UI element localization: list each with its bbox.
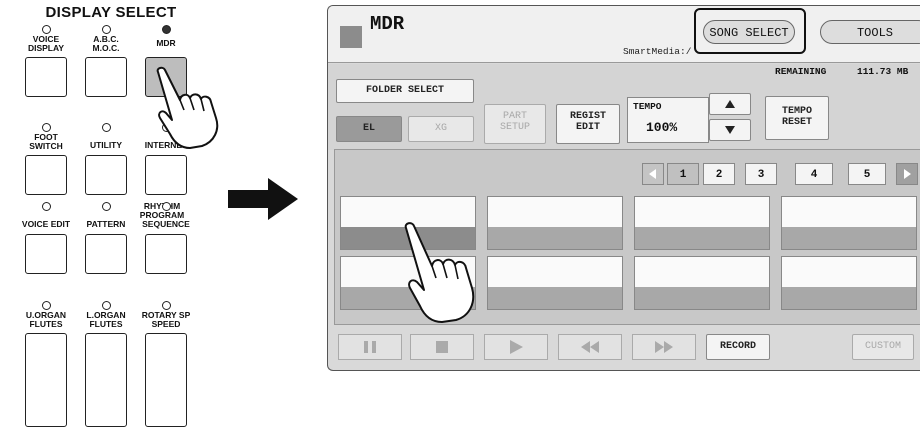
play-button[interactable] (484, 334, 548, 360)
sequence-led (161, 202, 171, 211)
tab-tools[interactable]: TOOLS (820, 20, 920, 44)
utility-button-group: UTILITY (76, 123, 136, 195)
mdr-label: MDR (156, 38, 176, 48)
custom-button[interactable]: CUSTOM (852, 334, 914, 360)
page-prev-button[interactable] (642, 163, 664, 185)
foot-switch-button[interactable] (25, 155, 67, 195)
remaining-value: 111.73 MB (857, 66, 909, 77)
screen-title: MDR (370, 13, 405, 35)
rotary-sp-speed-button[interactable] (145, 333, 187, 427)
pattern-label: PATTERN (86, 219, 126, 229)
foot-switch-button-group: FOOT SWITCH (16, 123, 76, 195)
rewind-button[interactable] (558, 334, 622, 360)
rotary-sp-speed-label: ROTARY SP SPEED (141, 310, 191, 329)
pattern-button-group: PATTERN (76, 202, 136, 274)
sequence-button-group: SEQUENCE (136, 202, 196, 274)
upper-organ-flutes-button-group: U.ORGAN FLUTES (16, 301, 76, 427)
utility-label: UTILITY (89, 140, 123, 150)
page-3-button[interactable]: 3 (745, 163, 777, 185)
tempo-value: 100% (646, 120, 678, 135)
utility-led (101, 123, 111, 132)
tempo-up-button[interactable] (709, 93, 751, 115)
song-slot-3[interactable] (634, 196, 770, 250)
voice-edit-label: VOICE EDIT (21, 219, 71, 229)
page-5-button[interactable]: 5 (848, 163, 886, 185)
abc-moc-button[interactable] (85, 57, 127, 97)
foot-switch-led (41, 123, 51, 132)
internet-button[interactable] (145, 155, 187, 195)
tempo-box: TEMPO 100% (627, 97, 709, 143)
foot-switch-label: FOOT SWITCH (29, 132, 63, 151)
upper-organ-flutes-label: U.ORGAN FLUTES (25, 310, 67, 329)
abc-moc-label: A.B.C. M.O.C. (92, 34, 120, 53)
voice-display-button-group: VOICE DISPLAY (16, 25, 76, 97)
display-select-title: DISPLAY SELECT (45, 4, 177, 21)
play-icon (510, 340, 523, 354)
rotary-sp-speed-led (161, 301, 171, 310)
mdr-square-icon (340, 26, 362, 48)
sequence-button[interactable] (145, 234, 187, 274)
tab-song-select[interactable]: SONG SELECT (703, 20, 795, 44)
triangle-left-icon (649, 169, 656, 179)
pointing-hand-icon (404, 222, 475, 323)
song-slot-6[interactable] (487, 256, 623, 310)
triangle-down-icon (725, 126, 735, 134)
mdr-led (161, 25, 171, 34)
remaining-label: REMAINING (775, 66, 827, 77)
folder-select-button[interactable]: FOLDER SELECT (336, 79, 474, 103)
pointing-hand-icon (156, 66, 219, 149)
upper-organ-flutes-led (41, 301, 51, 310)
pattern-led (101, 202, 111, 211)
triangle-right-icon (904, 169, 911, 179)
fast-forward-button[interactable] (632, 334, 696, 360)
page-1-button[interactable]: 1 (667, 163, 699, 185)
voice-display-label: VOICE DISPLAY (27, 34, 65, 53)
rewind-icon (581, 341, 599, 353)
song-slot-4[interactable] (781, 196, 917, 250)
song-slot-7[interactable] (634, 256, 770, 310)
stop-icon (436, 341, 448, 353)
tempo-reset-button[interactable]: TEMPO RESET (765, 96, 829, 140)
lower-organ-flutes-button[interactable] (85, 333, 127, 427)
utility-button[interactable] (85, 155, 127, 195)
upper-organ-flutes-button[interactable] (25, 333, 67, 427)
page-4-button[interactable]: 4 (795, 163, 833, 185)
voice-display-led (41, 25, 51, 34)
arrow-right-icon (228, 178, 298, 220)
tempo-down-button[interactable] (709, 119, 751, 141)
voice-edit-button[interactable] (25, 234, 67, 274)
lower-organ-flutes-label: L.ORGAN FLUTES (86, 310, 126, 329)
xg-button[interactable]: XG (408, 116, 474, 142)
media-path: SmartMedia:/ (623, 46, 692, 57)
fast-forward-icon (655, 341, 673, 353)
page-next-button[interactable] (896, 163, 918, 185)
record-button[interactable]: RECORD (706, 334, 770, 360)
part-setup-button[interactable]: PART SETUP (484, 104, 546, 144)
voice-edit-button-group: VOICE EDIT (16, 202, 76, 274)
stop-button[interactable] (410, 334, 474, 360)
sequence-label: SEQUENCE (142, 219, 190, 229)
pause-button[interactable] (338, 334, 402, 360)
tempo-label: TEMPO (633, 101, 662, 112)
el-button[interactable]: EL (336, 116, 402, 142)
lower-organ-flutes-led (101, 301, 111, 310)
pause-icon (364, 341, 376, 353)
regist-edit-button[interactable]: REGIST EDIT (556, 104, 620, 144)
voice-edit-led (41, 202, 51, 211)
voice-display-button[interactable] (25, 57, 67, 97)
rotary-sp-speed-button-group: ROTARY SP SPEED (136, 301, 196, 427)
abc-moc-led (101, 25, 111, 34)
page-2-button[interactable]: 2 (703, 163, 735, 185)
triangle-up-icon (725, 100, 735, 108)
song-slot-8[interactable] (781, 256, 917, 310)
abc-moc-button-group: A.B.C. M.O.C. (76, 25, 136, 97)
screen-header: MDR SmartMedia:/ SONG SELECT TOOLS (328, 6, 920, 63)
lower-organ-flutes-button-group: L.ORGAN FLUTES (76, 301, 136, 427)
pattern-button[interactable] (85, 234, 127, 274)
song-slot-2[interactable] (487, 196, 623, 250)
